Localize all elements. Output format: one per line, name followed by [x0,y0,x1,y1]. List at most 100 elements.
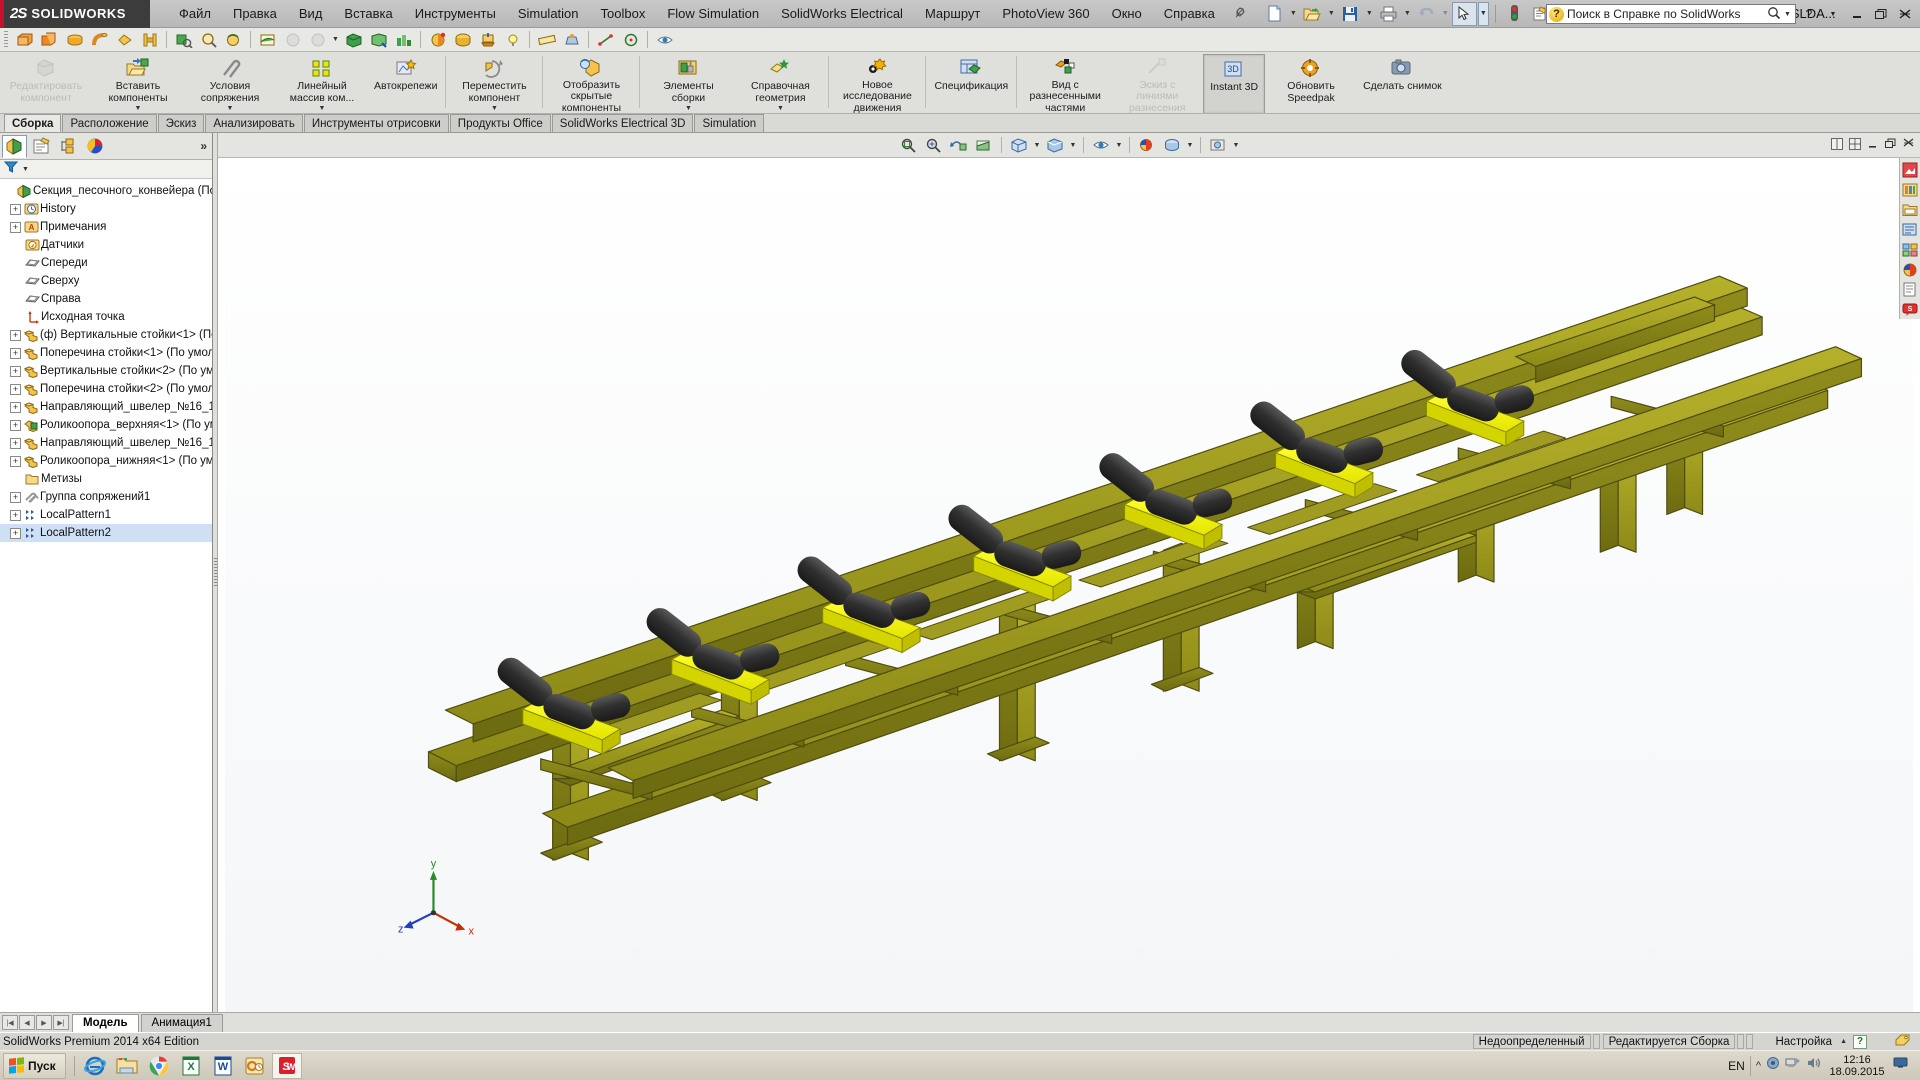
tree-row-root[interactable]: Секция_песочного_конвейера (По ум [0,182,212,200]
configuration-manager-tab[interactable] [56,135,81,158]
save-dropdown-icon[interactable]: ▼ [1364,2,1375,26]
display-style-icon[interactable] [1043,135,1067,156]
show-hidden-icons[interactable]: ^ [1756,1060,1761,1072]
start-button[interactable]: Пуск [3,1052,66,1079]
tree-row-plane-top[interactable]: Сверху [0,272,212,290]
sweep-icon[interactable] [88,29,111,50]
tree-expander[interactable]: + [10,419,21,431]
apply-scene-icon[interactable] [1160,135,1184,156]
tree-row-plane-right[interactable]: Справа [0,290,212,308]
window-restore-icon[interactable] [1883,136,1898,151]
help-dropdown-icon[interactable]: ▼ [1822,3,1844,25]
open-document-dropdown-icon[interactable]: ▼ [1326,2,1337,26]
solidworks-taskbar-icon[interactable]: SW [271,1052,302,1079]
appearances-icon[interactable] [1901,260,1920,279]
tab-animation1[interactable]: Анимация1 [140,1013,223,1032]
view-zoom-fit-icon[interactable] [172,29,195,50]
tree-expander[interactable]: + [10,383,21,395]
tree-expander[interactable]: + [10,365,21,377]
chevron-down-icon[interactable]: ▼ [22,166,29,173]
tree-row-local-pattern-1[interactable]: + LocalPattern1 [0,506,212,524]
tree-row-sensors[interactable]: Датчики [0,236,212,254]
tab-sketch[interactable]: Эскиз [157,114,205,132]
mass-properties-icon[interactable] [560,29,583,50]
tree-row-subassembly-1[interactable]: + Роликоопора_верхняя<1> (По ум [0,416,212,434]
view-settings-icon[interactable] [1206,135,1230,156]
tree-row-part-5[interactable]: + Направляющий_швелер_№16_12 [0,398,212,416]
section-view-icon[interactable] [256,29,279,50]
menu-item-photoview360[interactable]: PhotoView 360 [991,2,1100,25]
open-document-icon[interactable] [1300,2,1325,26]
undo-icon[interactable] [1414,2,1439,26]
chevron-down-icon[interactable]: ▼ [135,105,142,112]
magnifier-icon[interactable] [1766,6,1782,23]
tree-row-part-7[interactable]: + Роликоопора_нижняя<1> (По умо [0,452,212,470]
section-view-icon[interactable] [972,135,996,156]
chevron-down-icon[interactable]: ▼ [319,105,326,112]
sketch-circle-icon[interactable] [619,29,642,50]
tab-simulation[interactable]: Simulation [694,114,765,132]
tree-expander[interactable]: + [10,329,21,341]
file-explorer-icon[interactable] [1901,200,1920,219]
menu-item-simulation[interactable]: Simulation [507,2,590,25]
tab-evaluate[interactable]: Анализировать [205,114,303,132]
ribbon-assembly-features[interactable]: Элементы сборки ▼ [642,54,734,113]
hide-show-items-icon[interactable] [1089,135,1113,156]
property-manager-tab[interactable] [29,135,54,158]
ribbon-exploded-view[interactable]: Вид с разнесенными частями [1019,54,1111,113]
help-question-icon[interactable]: ? [1798,3,1820,25]
view-palette-icon[interactable] [1901,240,1920,259]
loft-icon[interactable] [113,29,136,50]
save-icon[interactable] [1338,2,1363,26]
chevron-down-icon[interactable]: ▼ [1032,142,1042,149]
tree-row-part-4[interactable]: + Поперечина стойки<2> (По умол [0,380,212,398]
chevron-down-icon[interactable]: ▼ [227,105,234,112]
tree-expander[interactable]: + [10,221,21,233]
menu-item-insert[interactable]: Вставка [333,2,403,25]
tree-expander[interactable]: + [10,509,21,521]
display-manager-tab[interactable] [83,135,108,158]
hide-show-icon[interactable] [653,29,676,50]
window-minimize-icon[interactable] [1846,3,1868,25]
tab-model[interactable]: Модель [72,1013,139,1032]
ribbon-update-speedpak[interactable]: Обновить Speedpak [1265,54,1357,113]
ribbon-edit-component[interactable]: Редактировать компонент [0,54,92,113]
feature-manager-tab[interactable] [2,134,27,158]
tab-solidworks-electrical-3d[interactable]: SolidWorks Electrical 3D [551,114,694,132]
ribbon-smart-fasteners[interactable]: Автокрепежи [368,54,443,113]
chevron-down-icon[interactable]: ▼ [1114,142,1124,149]
ribbon-explode-line-sketch[interactable]: Эскиз с линиями разнесения [1111,54,1203,113]
ribbon-insert-components[interactable]: Вставить компоненты ▼ [92,54,184,113]
display-style-icon[interactable] [392,29,415,50]
action-center-icon[interactable] [1766,1056,1780,1075]
google-chrome-icon[interactable] [144,1053,174,1079]
graphics-viewport[interactable]: y x z S [218,158,1920,1012]
viewport-4view-icon[interactable] [1847,136,1862,151]
microsoft-outlook-icon[interactable] [240,1053,270,1079]
conveyor-assembly-model[interactable]: y x z [218,158,1920,1012]
viewport-split-icon[interactable] [1829,136,1844,151]
tab-assembly[interactable]: Сборка [4,114,62,132]
curvature-icon[interactable] [306,29,329,50]
select-cursor-icon[interactable] [1451,1,1477,26]
tab-render-tools[interactable]: Инструменты отрисовки [303,114,449,132]
new-document-icon[interactable] [1262,2,1287,26]
prev-tab-icon[interactable]: ◀ [19,1015,35,1030]
filter-icon[interactable] [3,160,19,178]
menu-item-routing[interactable]: Маршрут [914,2,991,25]
solidworks-forum-icon[interactable]: S [1901,300,1920,319]
rebuild-icon[interactable] [1502,2,1527,26]
scene-icon[interactable] [451,29,474,50]
menu-item-solidworks-electrical[interactable]: SolidWorks Electrical [770,2,914,25]
ribbon-take-snapshot[interactable]: Сделать снимок [1357,54,1448,113]
chevron-down-icon[interactable]: ▼ [1185,142,1195,149]
window-minimize-icon[interactable] [1865,136,1880,151]
appearances-scenes-icon[interactable] [1901,160,1920,179]
previous-view-icon[interactable] [947,135,971,156]
windows-explorer-icon[interactable] [112,1053,142,1079]
tree-row-part-6[interactable]: + Направляющий_швелер_№16_12 [0,434,212,452]
chevron-up-icon[interactable]: ▲ [1840,1038,1847,1045]
first-tab-icon[interactable]: |◀ [2,1015,18,1030]
help-search-box[interactable]: ? Поиск в Справке по SolidWorks ▼ [1546,4,1796,24]
tree-expander[interactable]: + [10,527,21,539]
